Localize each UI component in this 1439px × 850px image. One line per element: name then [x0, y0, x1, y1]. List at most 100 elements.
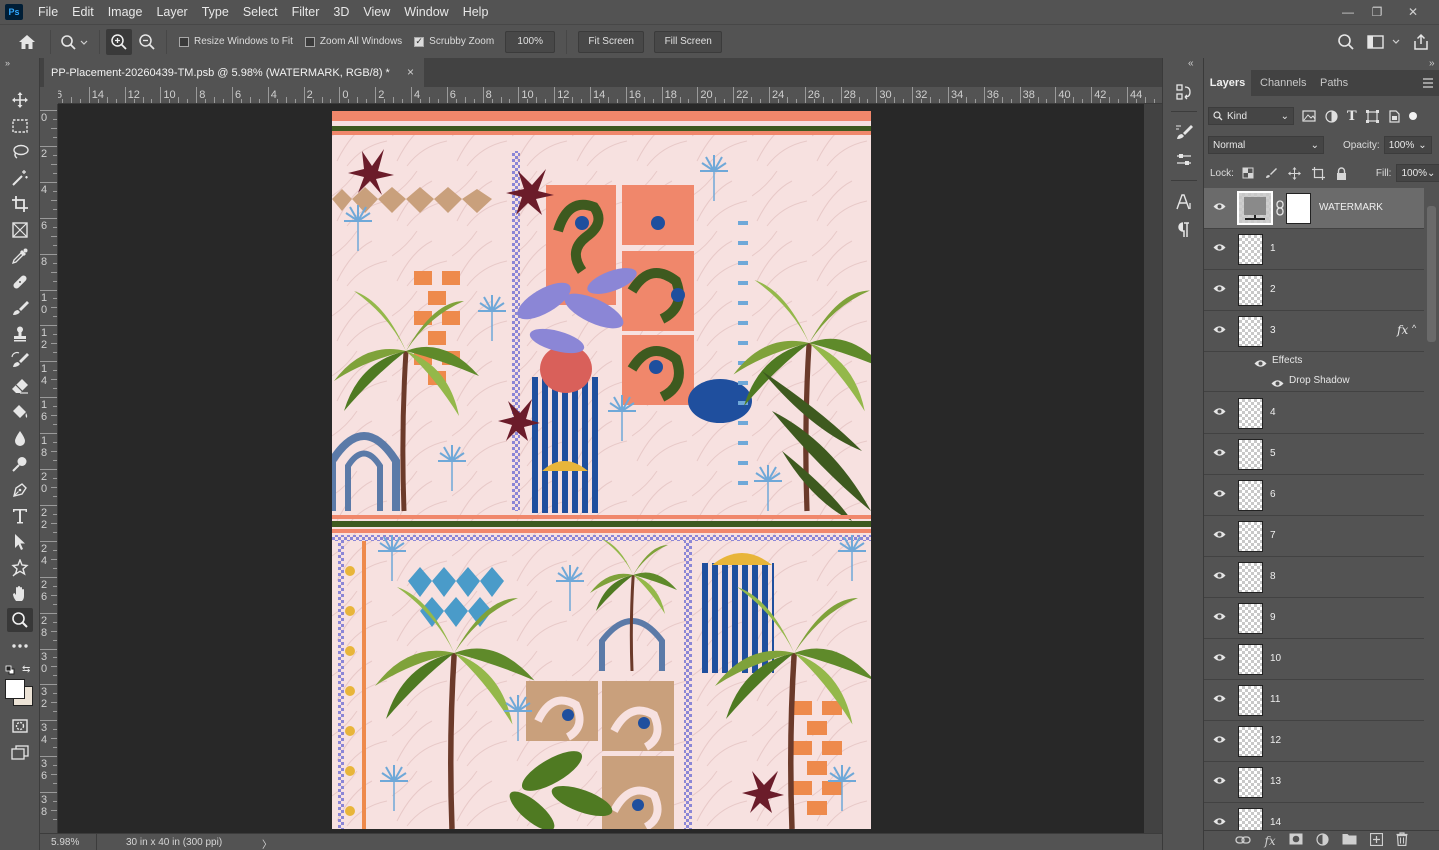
lasso-tool-icon[interactable] [7, 140, 33, 164]
layer-row[interactable]: 12 [1204, 721, 1424, 762]
eye-icon[interactable] [1213, 243, 1226, 255]
layer-row[interactable]: 6 [1204, 475, 1424, 516]
mask-icon[interactable] [1289, 833, 1303, 848]
filter-kind-select[interactable]: Kind ⌄ [1208, 107, 1294, 125]
horizontal-ruler[interactable]: 6141210864202468101214161820222426283032… [58, 87, 1162, 104]
eye-icon[interactable] [1213, 284, 1226, 296]
layer-row-watermark[interactable]: WATERMARK [1204, 188, 1424, 229]
fill-screen-button[interactable]: Fill Screen [654, 30, 723, 53]
lock-transparent-icon[interactable] [1242, 167, 1254, 179]
eye-icon[interactable] [1213, 571, 1226, 583]
vertical-ruler[interactable]: 0 2 4 6 8 10 12 14 16 18 20 22 24 26 28 30 32 34 36 38 [40, 104, 58, 833]
character-panel-icon[interactable] [1172, 190, 1196, 214]
paragraph-panel-icon[interactable] [1172, 218, 1196, 242]
hand-tool-icon[interactable] [7, 582, 33, 606]
brush-settings-icon[interactable] [1172, 120, 1196, 144]
layer-row[interactable]: 5 [1204, 434, 1424, 475]
quick-mask-icon[interactable] [7, 714, 33, 738]
zoom-tool-icon[interactable] [7, 608, 33, 632]
menu-layer[interactable]: Layer [149, 0, 194, 24]
menu-image[interactable]: Image [101, 0, 150, 24]
eye-icon[interactable] [1213, 653, 1226, 665]
eye-icon[interactable] [1213, 448, 1226, 460]
new-layer-icon[interactable] [1369, 832, 1383, 849]
layer-row[interactable]: 7 [1204, 516, 1424, 557]
menu-filter[interactable]: Filter [285, 0, 327, 24]
adjustments-panel-icon[interactable] [1172, 148, 1196, 172]
path-selection-icon[interactable] [7, 530, 33, 554]
foreground-color-swatch[interactable] [5, 679, 25, 699]
link-layers-icon[interactable] [1235, 834, 1252, 848]
search-icon[interactable] [1333, 29, 1359, 55]
share-icon[interactable] [1408, 29, 1434, 55]
layer-row[interactable]: 9 [1204, 598, 1424, 639]
menu-help[interactable]: Help [456, 0, 496, 24]
eye-icon[interactable] [1213, 694, 1226, 706]
menu-3d[interactable]: 3D [326, 0, 356, 24]
blur-tool-icon[interactable] [7, 426, 33, 450]
restore-button[interactable]: ❐ [1360, 0, 1394, 24]
fit-screen-button[interactable]: Fit Screen [578, 30, 645, 53]
workspace-icon[interactable] [1364, 29, 1404, 55]
layer-row[interactable]: 10 [1204, 639, 1424, 680]
pixel-filter-icon[interactable] [1302, 110, 1316, 122]
eye-icon[interactable] [1213, 612, 1226, 624]
home-icon[interactable] [14, 29, 40, 55]
layer-row[interactable]: 4 [1204, 393, 1424, 434]
healing-brush-icon[interactable] [7, 270, 33, 294]
artwork-canvas[interactable] [332, 111, 871, 829]
menu-view[interactable]: View [356, 0, 397, 24]
brush-tool-icon[interactable] [7, 296, 33, 320]
menu-select[interactable]: Select [236, 0, 285, 24]
swap-colors-icon[interactable]: ⇆ [22, 664, 34, 676]
document-window[interactable] [58, 104, 1144, 833]
shape-filter-icon[interactable] [1365, 109, 1379, 123]
eraser-icon[interactable] [7, 374, 33, 398]
zoom-preset-icon[interactable] [57, 29, 93, 55]
lock-artboard-icon[interactable] [1311, 166, 1325, 180]
layer-row[interactable]: 13 [1204, 762, 1424, 803]
lock-pixels-icon[interactable] [1265, 167, 1277, 179]
fill-field[interactable]: 100% ⌄ [1396, 164, 1439, 182]
eye-icon[interactable] [1213, 817, 1226, 829]
resize-windows-checkbox[interactable]: Resize Windows to Fit [179, 36, 293, 47]
paint-bucket-icon[interactable] [7, 400, 33, 424]
eye-icon[interactable] [1213, 325, 1226, 337]
eye-icon[interactable] [1213, 202, 1226, 214]
collapse-panel-icon[interactable]: » [1429, 58, 1435, 69]
adjustment-filter-icon[interactable] [1325, 109, 1338, 123]
menu-edit[interactable]: Edit [65, 0, 101, 24]
eye-icon[interactable] [1213, 776, 1226, 788]
tab-channels[interactable]: Channels [1260, 70, 1306, 96]
layers-scrollbar[interactable] [1424, 188, 1439, 834]
lock-position-icon[interactable] [1287, 166, 1301, 180]
frame-tool-icon[interactable] [7, 218, 33, 242]
history-brush-icon[interactable] [7, 348, 33, 372]
clone-stamp-icon[interactable] [7, 322, 33, 346]
shape-tool-icon[interactable] [7, 556, 33, 580]
dodge-tool-icon[interactable] [7, 452, 33, 476]
screen-mode-icon[interactable] [7, 740, 33, 764]
layer-mask-thumbnail[interactable] [1286, 193, 1311, 224]
close-window-button[interactable]: ✕ [1396, 0, 1430, 24]
zoom-level[interactable]: 5.98% [51, 837, 79, 848]
vertical-scrollbar[interactable] [1144, 104, 1162, 833]
zoom-out-icon[interactable] [134, 29, 160, 55]
adjustment-icon[interactable] [1316, 832, 1329, 849]
ruler-origin[interactable] [40, 87, 58, 104]
eye-icon[interactable] [1213, 530, 1226, 542]
filter-toggle-icon[interactable] [1408, 112, 1417, 120]
tab-paths[interactable]: Paths [1320, 70, 1348, 96]
document-tab[interactable]: PP-Placement-20260439-TM.psb @ 5.98% (WA… [44, 58, 424, 87]
collapse-tools-icon[interactable]: » [5, 58, 10, 68]
zoom-in-icon[interactable] [106, 28, 132, 55]
fx-icon[interactable]: fx [1264, 834, 1275, 848]
trash-icon[interactable] [1396, 832, 1408, 849]
move-tool-icon[interactable] [7, 88, 33, 112]
default-colors-icon[interactable] [5, 664, 15, 675]
marquee-tool-icon[interactable] [7, 114, 33, 138]
menu-window[interactable]: Window [397, 0, 455, 24]
zoom-percent-field[interactable]: 100% [505, 30, 556, 53]
blend-mode-select[interactable]: Normal ⌄ [1208, 136, 1324, 154]
effects-row[interactable]: Effects [1204, 352, 1424, 371]
